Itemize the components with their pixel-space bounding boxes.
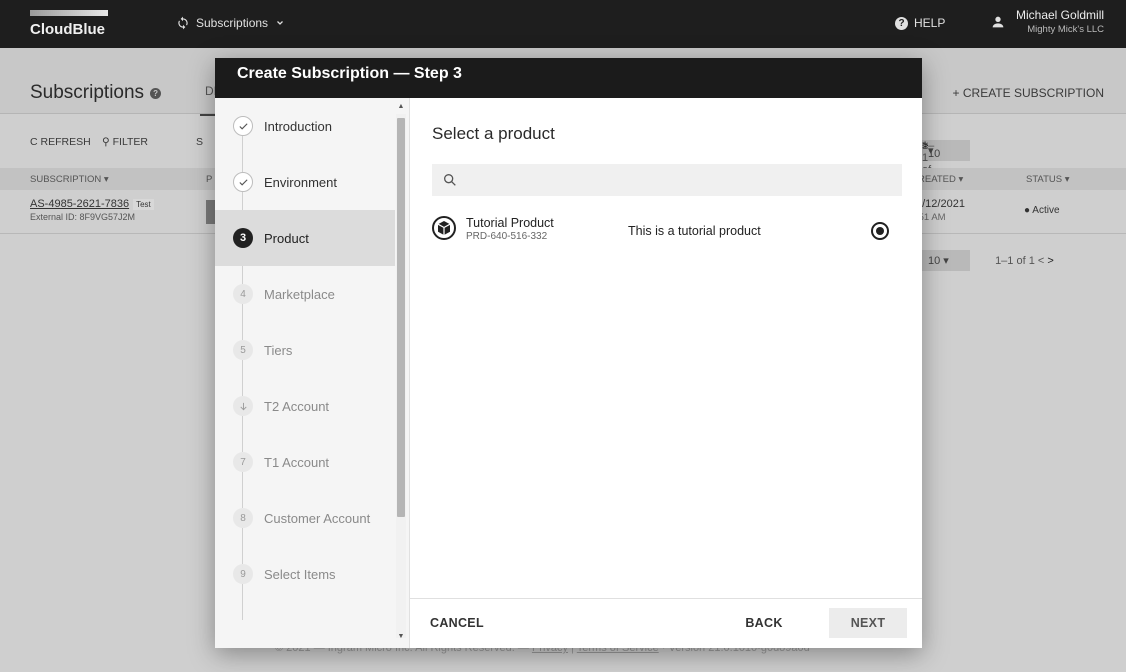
created-date-value: 1/12/2021 bbox=[916, 198, 965, 210]
step-label: Customer Account bbox=[264, 510, 371, 526]
module-label: Subscriptions bbox=[196, 16, 269, 30]
create-subscription-dialog: Create Subscription — Step 3 Introductio… bbox=[215, 58, 922, 648]
help-label: HELP bbox=[914, 16, 946, 30]
product-description: This is a tutorial product bbox=[628, 224, 761, 238]
subscription-id-link[interactable]: AS-4985-2621-7836 Test bbox=[30, 198, 154, 210]
test-badge: Test bbox=[133, 199, 154, 210]
next-page-button-bottom[interactable]: > bbox=[1047, 255, 1053, 267]
step-content: Select a product Tutorial Product PRD-64… bbox=[410, 98, 922, 598]
prev-page-button-bottom[interactable]: < bbox=[1038, 255, 1047, 267]
column-created[interactable]: REATED ▾ bbox=[918, 174, 963, 185]
step-marketplace[interactable]: 4 Marketplace bbox=[215, 266, 395, 322]
status-badge: ● Active bbox=[1024, 205, 1060, 216]
filter-label: FILTER bbox=[112, 136, 149, 148]
scroll-thumb[interactable] bbox=[397, 118, 405, 517]
step-number: 3 bbox=[233, 228, 253, 248]
step-number: 8 bbox=[233, 508, 253, 528]
user-name: Michael Goldmill bbox=[1016, 8, 1105, 22]
step-select-items[interactable]: 9 Select Items bbox=[215, 546, 395, 602]
step-introduction[interactable]: Introduction bbox=[215, 98, 395, 154]
step-customer-account[interactable]: 8 Customer Account bbox=[215, 490, 395, 546]
wizard-stepper: Introduction Environment 3 Product 4 Mar… bbox=[215, 98, 410, 648]
user-icon bbox=[992, 16, 1004, 27]
logo-text: CloudBlue bbox=[30, 21, 105, 38]
subscription-id: AS-4985-2621-7836 bbox=[30, 198, 130, 210]
content-title: Select a product bbox=[432, 124, 555, 143]
info-icon[interactable]: ? bbox=[150, 87, 162, 99]
page-title: Subscriptions ? bbox=[30, 82, 162, 104]
product-id: PRD-640-516-332 bbox=[466, 231, 548, 242]
column-status[interactable]: STATUS ▾ bbox=[1026, 174, 1069, 185]
step-label: Introduction bbox=[264, 118, 332, 134]
created-time-value: :51 AM bbox=[916, 212, 946, 223]
created-date: 1/12/2021 :51 AM bbox=[916, 198, 965, 224]
step-label: Tiers bbox=[264, 342, 293, 358]
per-page-select-bottom[interactable]: 10 ▾ bbox=[922, 250, 970, 271]
check-icon bbox=[233, 116, 253, 136]
product-radio[interactable] bbox=[871, 222, 889, 240]
step-label: Select Items bbox=[264, 566, 336, 582]
scroll-up-icon[interactable]: ▲ bbox=[396, 102, 406, 112]
status-dot-icon: ● bbox=[1024, 205, 1031, 216]
sync-icon bbox=[178, 16, 188, 30]
product-package-icon bbox=[432, 216, 456, 240]
check-icon bbox=[233, 172, 253, 192]
step-tiers[interactable]: 5 Tiers bbox=[215, 322, 395, 378]
next-button[interactable]: NEXT bbox=[829, 608, 907, 638]
back-button[interactable]: BACK bbox=[734, 608, 794, 638]
chevron-down-icon bbox=[277, 21, 283, 25]
external-id: External ID: 8F9VG57J2M bbox=[30, 212, 136, 222]
page-title-text: Subscriptions bbox=[30, 82, 145, 103]
dialog-title: Create Subscription — Step 3 bbox=[215, 58, 922, 98]
pagination-range-bottom: 1–1 of 1 bbox=[995, 255, 1035, 267]
sort-button[interactable]: S bbox=[196, 136, 203, 148]
step-label: T2 Account bbox=[264, 398, 330, 414]
next-page-button[interactable]: > bbox=[922, 140, 928, 152]
step-label: T1 Account bbox=[264, 454, 330, 470]
cloudblue-logo[interactable]: CloudBlue bbox=[30, 10, 125, 38]
user-menu[interactable]: Michael Goldmill Mighty Mick's LLC bbox=[990, 8, 1104, 35]
top-navigation-bar: CloudBlue Subscriptions ? HELP Michael G… bbox=[0, 0, 1126, 48]
step-t2-account[interactable]: T2 Account bbox=[215, 378, 395, 434]
step-t1-account[interactable]: 7 T1 Account bbox=[215, 434, 395, 490]
column-fragment[interactable]: P bbox=[206, 174, 212, 185]
arrow-down-icon bbox=[233, 396, 253, 416]
radio-selected-dot bbox=[876, 227, 884, 235]
step-number: 9 bbox=[233, 564, 253, 584]
scroll-down-icon[interactable]: ▼ bbox=[396, 632, 406, 642]
stepper-scrollbar[interactable]: ▲ ▼ bbox=[396, 102, 406, 642]
product-option[interactable]: Tutorial Product PRD-640-516-332 This is… bbox=[432, 210, 902, 262]
step-label: Marketplace bbox=[264, 286, 335, 302]
step-number: 5 bbox=[233, 340, 253, 360]
product-search-input[interactable] bbox=[432, 164, 902, 196]
user-organization: Mighty Mick's LLC bbox=[1027, 24, 1105, 35]
pagination-bottom: 10 ▾ 1–1 of 1 < > bbox=[922, 250, 1054, 271]
help-icon: ? bbox=[895, 16, 908, 30]
status-label: Active bbox=[1032, 205, 1060, 216]
cancel-button[interactable]: CANCEL bbox=[430, 608, 490, 638]
step-number: 7 bbox=[233, 452, 253, 472]
step-product[interactable]: 3 Product bbox=[215, 210, 395, 266]
filter-button[interactable]: ⚲ FILTER bbox=[102, 136, 148, 148]
step-number: 4 bbox=[233, 284, 253, 304]
per-page-value-bottom: 10 bbox=[928, 255, 941, 267]
search-icon bbox=[444, 174, 456, 186]
module-switcher[interactable]: Subscriptions bbox=[176, 16, 286, 30]
help-button[interactable]: ? HELP bbox=[895, 16, 945, 30]
dialog-footer: CANCEL BACK NEXT bbox=[410, 598, 922, 648]
step-label: Product bbox=[264, 230, 309, 246]
refresh-button[interactable]: C REFRESH bbox=[30, 136, 91, 148]
product-name: Tutorial Product bbox=[466, 216, 554, 230]
logo-mark bbox=[30, 10, 108, 16]
step-label: Environment bbox=[264, 174, 337, 190]
create-subscription-button[interactable]: + CREATE SUBSCRIPTION bbox=[953, 86, 1104, 100]
step-environment[interactable]: Environment bbox=[215, 154, 395, 210]
filter-icon: ⚲ bbox=[102, 136, 113, 148]
column-subscription[interactable]: SUBSCRIPTION ▾ bbox=[30, 174, 109, 185]
